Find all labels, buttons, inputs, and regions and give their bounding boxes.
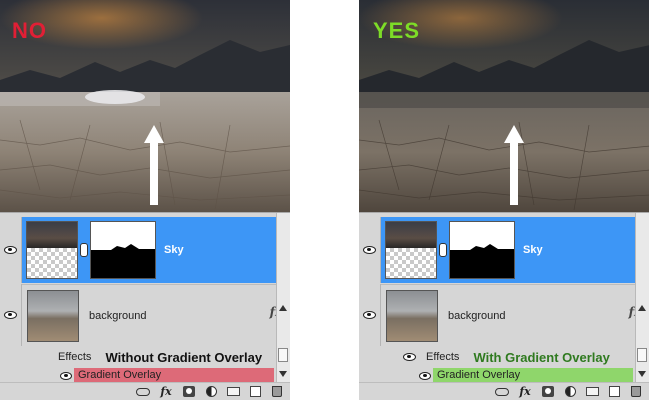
adjustment-icon[interactable] [563,386,577,398]
layers-toolbar: fx [359,382,649,400]
annotation-text: With Gradient Overlay [473,349,610,365]
trash-icon[interactable] [270,386,284,398]
trash-icon[interactable] [629,386,643,398]
effects-label: Effects [426,351,460,363]
sky-photo [27,222,77,249]
comparison-panel-yes: YES Sky background fx [359,0,649,400]
comparison-panel-no: NO Sky background fx [0,0,290,400]
layers-panel: Sky background fx Effects With Gradient … [359,212,649,400]
scroll-thumb[interactable] [278,348,288,362]
scroll-thumb[interactable] [637,348,647,362]
chain-link-icon[interactable] [80,243,88,257]
sky-layer-name: Sky [164,244,184,256]
annotation-text: Without Gradient Overlay [105,349,263,365]
gradient-overlay-label: Gradient Overlay [437,369,521,381]
scroll-down-icon[interactable] [279,371,287,377]
selected-layer-highlight[interactable]: Sky [381,217,649,283]
sky-layer-name: Sky [523,244,543,256]
folder-icon[interactable] [585,386,599,398]
sky-photo [386,222,436,249]
selected-layer-highlight[interactable]: Sky [22,217,290,283]
gradient-overlay-label: Gradient Overlay [78,369,162,381]
eye-icon [4,311,17,319]
eye-icon [4,246,17,254]
transparency-checker [386,248,436,278]
effects-row[interactable]: Effects Without Gradient Overlay [0,347,290,367]
separator-gap [290,0,359,400]
visibility-toggle[interactable] [0,217,22,283]
link-icon[interactable] [495,386,509,398]
verdict-label: NO [12,18,47,43]
layers-toolbar: fx [0,382,290,400]
scene-image: NO [0,0,290,212]
effects-label: Effects [58,351,92,363]
verdict-label: YES [373,18,421,43]
fx-icon[interactable]: fx [517,385,533,398]
folder-icon[interactable] [226,386,240,398]
background-layer-name: background [448,309,506,322]
visibility-toggle[interactable] [0,284,22,346]
visibility-toggle[interactable] [359,284,381,346]
sky-layer-thumbnail[interactable] [26,221,78,279]
background-layer-thumbnail[interactable] [386,289,438,342]
adjustment-icon[interactable] [204,386,218,398]
link-icon[interactable] [136,386,150,398]
scroll-down-icon[interactable] [638,371,646,377]
layer-mask-thumbnail[interactable] [90,221,156,279]
eye-icon[interactable] [419,372,431,380]
layer-row-sky[interactable]: Sky [359,217,649,283]
background-layer-thumbnail[interactable] [27,289,79,342]
new-layer-icon[interactable] [607,386,621,398]
fx-icon[interactable]: fx [158,385,174,398]
eye-icon [363,311,376,319]
layer-row-sky[interactable]: Sky [0,217,290,283]
layer-mask-thumbnail[interactable] [449,221,515,279]
mask-icon[interactable] [182,386,196,398]
layer-row-background[interactable]: background fx [359,284,649,346]
eye-icon[interactable] [60,372,72,380]
chain-link-icon[interactable] [439,243,447,257]
eye-icon[interactable] [403,353,416,361]
scrollbar[interactable] [276,213,290,385]
visibility-toggle[interactable] [359,217,381,283]
scrollbar[interactable] [635,213,649,385]
sky-layer-thumbnail[interactable] [385,221,437,279]
scroll-up-icon[interactable] [279,305,287,311]
eye-icon [363,246,376,254]
transparency-checker [27,248,77,278]
layer-row-background[interactable]: background fx [0,284,290,346]
scroll-up-icon[interactable] [638,305,646,311]
background-layer-name: background [89,309,147,322]
new-layer-icon[interactable] [248,386,262,398]
layers-panel: Sky background fx Effects Without Gradie… [0,212,290,400]
scene-image: YES [359,0,649,212]
mask-icon[interactable] [541,386,555,398]
effects-row[interactable]: Effects With Gradient Overlay [359,347,649,367]
